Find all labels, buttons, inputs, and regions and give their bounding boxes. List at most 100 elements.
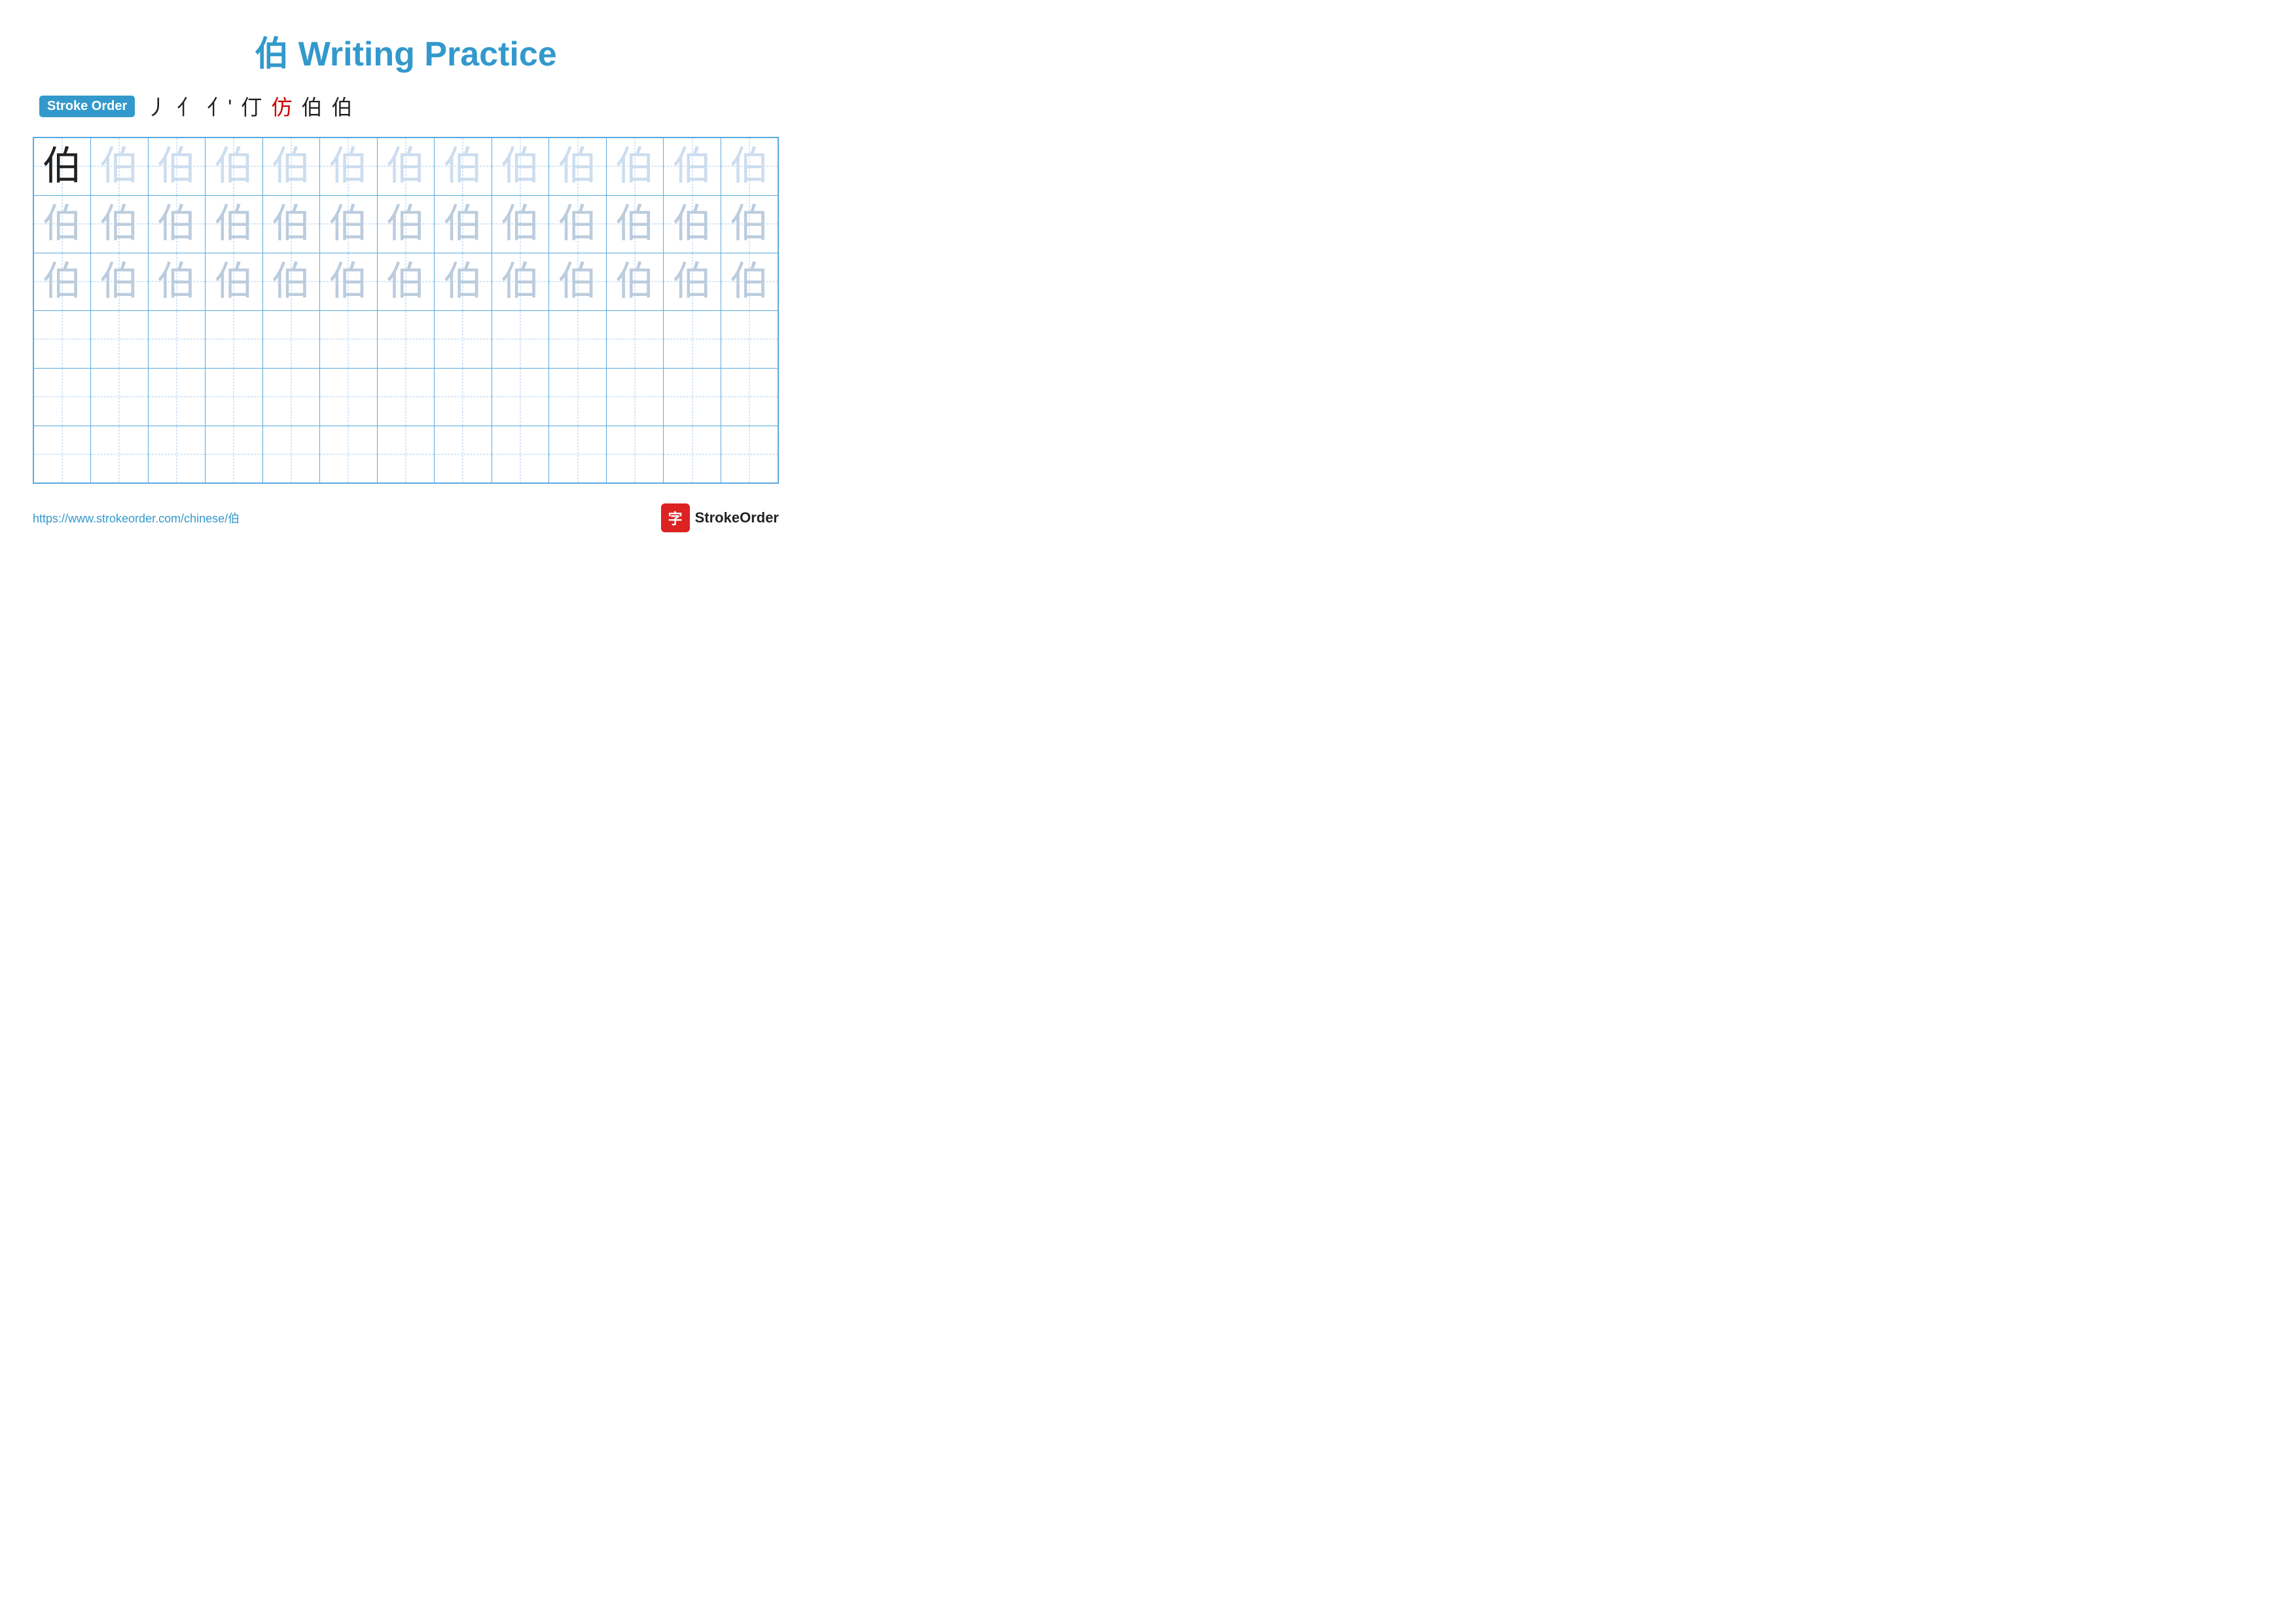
grid-cell-1-9: 伯 — [492, 137, 549, 195]
grid-cell-1-8: 伯 — [435, 137, 492, 195]
grid-cell-4-12[interactable] — [664, 310, 721, 368]
grid-cell-1-5: 伯 — [262, 137, 320, 195]
grid-cell-2-2: 伯 — [91, 195, 149, 253]
stroke-6: 伯 — [301, 91, 322, 121]
grid-cell-4-2[interactable] — [91, 310, 149, 368]
grid-cell-2-9: 伯 — [492, 195, 549, 253]
char-guide: 伯 — [443, 144, 482, 188]
grid-row-2: 伯 伯 伯 伯 伯 伯 伯 伯 伯 伯 伯 伯 伯 — [33, 195, 778, 253]
grid-cell-6-9[interactable] — [492, 426, 549, 483]
stroke-sequence: 丿 亻 亻' 仃 仿 伯 伯 — [147, 91, 352, 121]
stroke-7: 伯 — [331, 91, 352, 121]
grid-cell-2-11: 伯 — [606, 195, 664, 253]
char-display: 伯 — [43, 144, 82, 188]
grid-cell-2-10: 伯 — [549, 195, 607, 253]
logo-icon: 字 — [661, 503, 690, 532]
footer: https://www.strokeorder.com/chinese/伯 字 … — [33, 503, 779, 532]
grid-cell-5-9[interactable] — [492, 368, 549, 426]
char-guide: 伯 — [157, 259, 196, 303]
char-guide: 伯 — [386, 202, 425, 246]
stroke-4: 仃 — [241, 91, 262, 121]
char-guide: 伯 — [501, 259, 540, 303]
char-guide: 伯 — [730, 144, 769, 188]
grid-cell-4-4[interactable] — [206, 310, 263, 368]
grid-cell-6-7[interactable] — [377, 426, 435, 483]
practice-grid: 伯 伯 伯 伯 伯 伯 伯 伯 伯 伯 伯 伯 伯 伯 伯 伯 伯 伯 伯 伯 … — [33, 137, 779, 484]
grid-cell-6-6[interactable] — [320, 426, 378, 483]
char-guide: 伯 — [272, 259, 311, 303]
grid-cell-5-7[interactable] — [377, 368, 435, 426]
stroke-order-row: Stroke Order 丿 亻 亻' 仃 仿 伯 伯 — [39, 91, 779, 121]
grid-cell-1-6: 伯 — [320, 137, 378, 195]
grid-cell-6-10[interactable] — [549, 426, 607, 483]
char-guide: 伯 — [99, 144, 139, 188]
grid-cell-1-2: 伯 — [91, 137, 149, 195]
grid-cell-2-12: 伯 — [664, 195, 721, 253]
grid-cell-4-9[interactable] — [492, 310, 549, 368]
char-guide: 伯 — [443, 259, 482, 303]
grid-row-6 — [33, 426, 778, 483]
char-guide: 伯 — [157, 144, 196, 188]
grid-cell-3-4: 伯 — [206, 253, 263, 310]
grid-cell-4-1[interactable] — [33, 310, 91, 368]
grid-cell-2-4: 伯 — [206, 195, 263, 253]
grid-cell-5-8[interactable] — [435, 368, 492, 426]
grid-cell-1-12: 伯 — [664, 137, 721, 195]
char-guide: 伯 — [272, 202, 311, 246]
grid-cell-3-3: 伯 — [148, 253, 206, 310]
char-guide: 伯 — [730, 202, 769, 246]
char-guide: 伯 — [501, 202, 540, 246]
grid-cell-4-3[interactable] — [148, 310, 206, 368]
grid-cell-3-6: 伯 — [320, 253, 378, 310]
grid-cell-5-10[interactable] — [549, 368, 607, 426]
grid-cell-3-13: 伯 — [721, 253, 778, 310]
grid-cell-3-1: 伯 — [33, 253, 91, 310]
grid-cell-4-7[interactable] — [377, 310, 435, 368]
grid-cell-6-11[interactable] — [606, 426, 664, 483]
footer-url[interactable]: https://www.strokeorder.com/chinese/伯 — [33, 509, 240, 526]
grid-cell-4-10[interactable] — [549, 310, 607, 368]
grid-cell-6-1[interactable] — [33, 426, 91, 483]
grid-cell-5-3[interactable] — [148, 368, 206, 426]
stroke-1: 丿 — [147, 91, 168, 121]
grid-cell-5-5[interactable] — [262, 368, 320, 426]
stroke-2: 亻 — [177, 91, 198, 121]
char-guide: 伯 — [615, 202, 655, 246]
char-guide: 伯 — [99, 259, 139, 303]
grid-cell-5-12[interactable] — [664, 368, 721, 426]
char-guide: 伯 — [443, 202, 482, 246]
grid-cell-5-1[interactable] — [33, 368, 91, 426]
char-guide: 伯 — [673, 202, 712, 246]
char-guide: 伯 — [99, 202, 139, 246]
grid-cell-4-11[interactable] — [606, 310, 664, 368]
grid-cell-6-3[interactable] — [148, 426, 206, 483]
char-guide: 伯 — [673, 144, 712, 188]
grid-cell-6-4[interactable] — [206, 426, 263, 483]
char-guide: 伯 — [673, 259, 712, 303]
grid-cell-6-12[interactable] — [664, 426, 721, 483]
grid-cell-1-3: 伯 — [148, 137, 206, 195]
grid-cell-5-2[interactable] — [91, 368, 149, 426]
grid-cell-5-11[interactable] — [606, 368, 664, 426]
grid-cell-6-13[interactable] — [721, 426, 778, 483]
grid-cell-4-8[interactable] — [435, 310, 492, 368]
char-guide: 伯 — [214, 202, 253, 246]
grid-cell-4-5[interactable] — [262, 310, 320, 368]
grid-cell-5-6[interactable] — [320, 368, 378, 426]
grid-cell-6-2[interactable] — [91, 426, 149, 483]
grid-cell-4-6[interactable] — [320, 310, 378, 368]
grid-cell-2-1: 伯 — [33, 195, 91, 253]
char-guide: 伯 — [386, 259, 425, 303]
grid-cell-6-5[interactable] — [262, 426, 320, 483]
grid-cell-5-4[interactable] — [206, 368, 263, 426]
grid-cell-5-13[interactable] — [721, 368, 778, 426]
char-guide: 伯 — [615, 144, 655, 188]
grid-cell-3-2: 伯 — [91, 253, 149, 310]
grid-cell-2-5: 伯 — [262, 195, 320, 253]
grid-cell-1-4: 伯 — [206, 137, 263, 195]
char-guide: 伯 — [730, 259, 769, 303]
grid-row-1: 伯 伯 伯 伯 伯 伯 伯 伯 伯 伯 伯 伯 伯 — [33, 137, 778, 195]
grid-cell-6-8[interactable] — [435, 426, 492, 483]
grid-cell-4-13[interactable] — [721, 310, 778, 368]
char-guide: 伯 — [329, 259, 368, 303]
